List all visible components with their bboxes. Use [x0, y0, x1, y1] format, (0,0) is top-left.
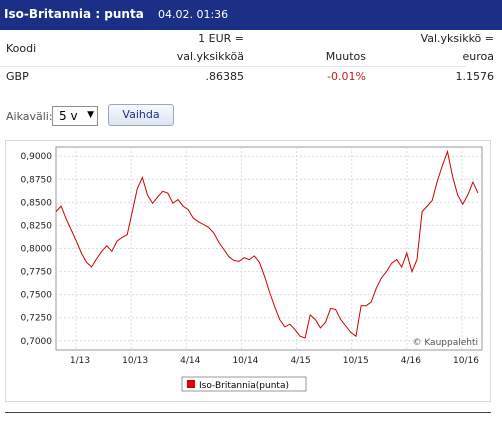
- x-tick-label: 10/15: [343, 356, 369, 366]
- rate-table: Koodi 1 EUR = val.yksikköä Muutos Val.yk…: [0, 30, 502, 90]
- title-bar: Iso-Britannia : punta 04.02. 01:36: [0, 0, 502, 30]
- col-header-code: Koodi: [6, 42, 37, 55]
- y-tick-label: 0,8250: [21, 221, 53, 231]
- interval-value: 5 v: [59, 109, 78, 123]
- bottom-divider: [5, 412, 491, 413]
- y-tick-label: 0,7000: [21, 337, 53, 347]
- x-tick-label: 10/16: [453, 356, 479, 366]
- x-tick-label: 4/14: [180, 356, 200, 366]
- x-tick-label: 4/16: [401, 356, 421, 366]
- x-tick-label: 1/13: [70, 356, 90, 366]
- header-divider: [0, 66, 466, 67]
- legend-label: Iso-Britannia(punta): [199, 381, 289, 391]
- legend-swatch: [187, 380, 195, 388]
- page-title: Iso-Britannia : punta: [4, 7, 144, 21]
- exchange-rate-chart: 0,9000 0,8750 0,8500 0,8250 0,8000 0,7750 0,75…: [21, 146, 483, 392]
- y-tick-label: 0,7250: [21, 314, 53, 324]
- x-tick-label: 10/14: [232, 356, 258, 366]
- col-header-inverse-line2: euroa: [462, 50, 495, 63]
- interval-label: Aikaväli:: [6, 110, 53, 123]
- row-inverse: 1.1576: [455, 70, 495, 83]
- y-tick-label: 0,7750: [21, 268, 53, 278]
- row-code: GBP: [6, 70, 29, 83]
- y-tick-label: 0,8750: [21, 175, 53, 185]
- y-tick-label: 0,8500: [21, 198, 53, 208]
- y-axis-labels: 0,9000 0,8750 0,8500 0,8250 0,8000 0,7750 0,75…: [21, 152, 53, 347]
- y-tick-label: 0,7500: [21, 291, 53, 301]
- chevron-down-icon: ▼: [87, 110, 94, 120]
- x-tick-label: 10/13: [122, 356, 148, 366]
- interval-select[interactable]: 5 v ▼: [52, 106, 98, 126]
- chart-credit: © Kauppalehti: [412, 338, 478, 348]
- col-header-rate-line1: 1 EUR =: [198, 32, 244, 45]
- timestamp: 04.02. 01:36: [158, 8, 229, 21]
- x-axis-labels: 1/13 10/13 4/14 10/14 4/15 10/15 4/16 10/16: [70, 356, 479, 366]
- change-button[interactable]: Vaihda: [108, 104, 174, 126]
- chart-legend: Iso-Britannia(punta): [181, 376, 307, 392]
- row-rate: .86385: [205, 70, 245, 83]
- y-tick-label: 0,8000: [21, 245, 53, 255]
- y-tick-label: 0,9000: [21, 152, 53, 162]
- chart-container: 0,9000 0,8750 0,8500 0,8250 0,8000 0,7750 0,75…: [5, 140, 491, 402]
- col-header-inverse-line1: Val.yksikkö =: [420, 32, 494, 45]
- row-change: -0.01%: [327, 70, 366, 83]
- x-tick-label: 4/15: [290, 356, 310, 366]
- col-header-change: Muutos: [325, 50, 366, 63]
- col-header-rate-line2: val.yksikköä: [176, 50, 244, 63]
